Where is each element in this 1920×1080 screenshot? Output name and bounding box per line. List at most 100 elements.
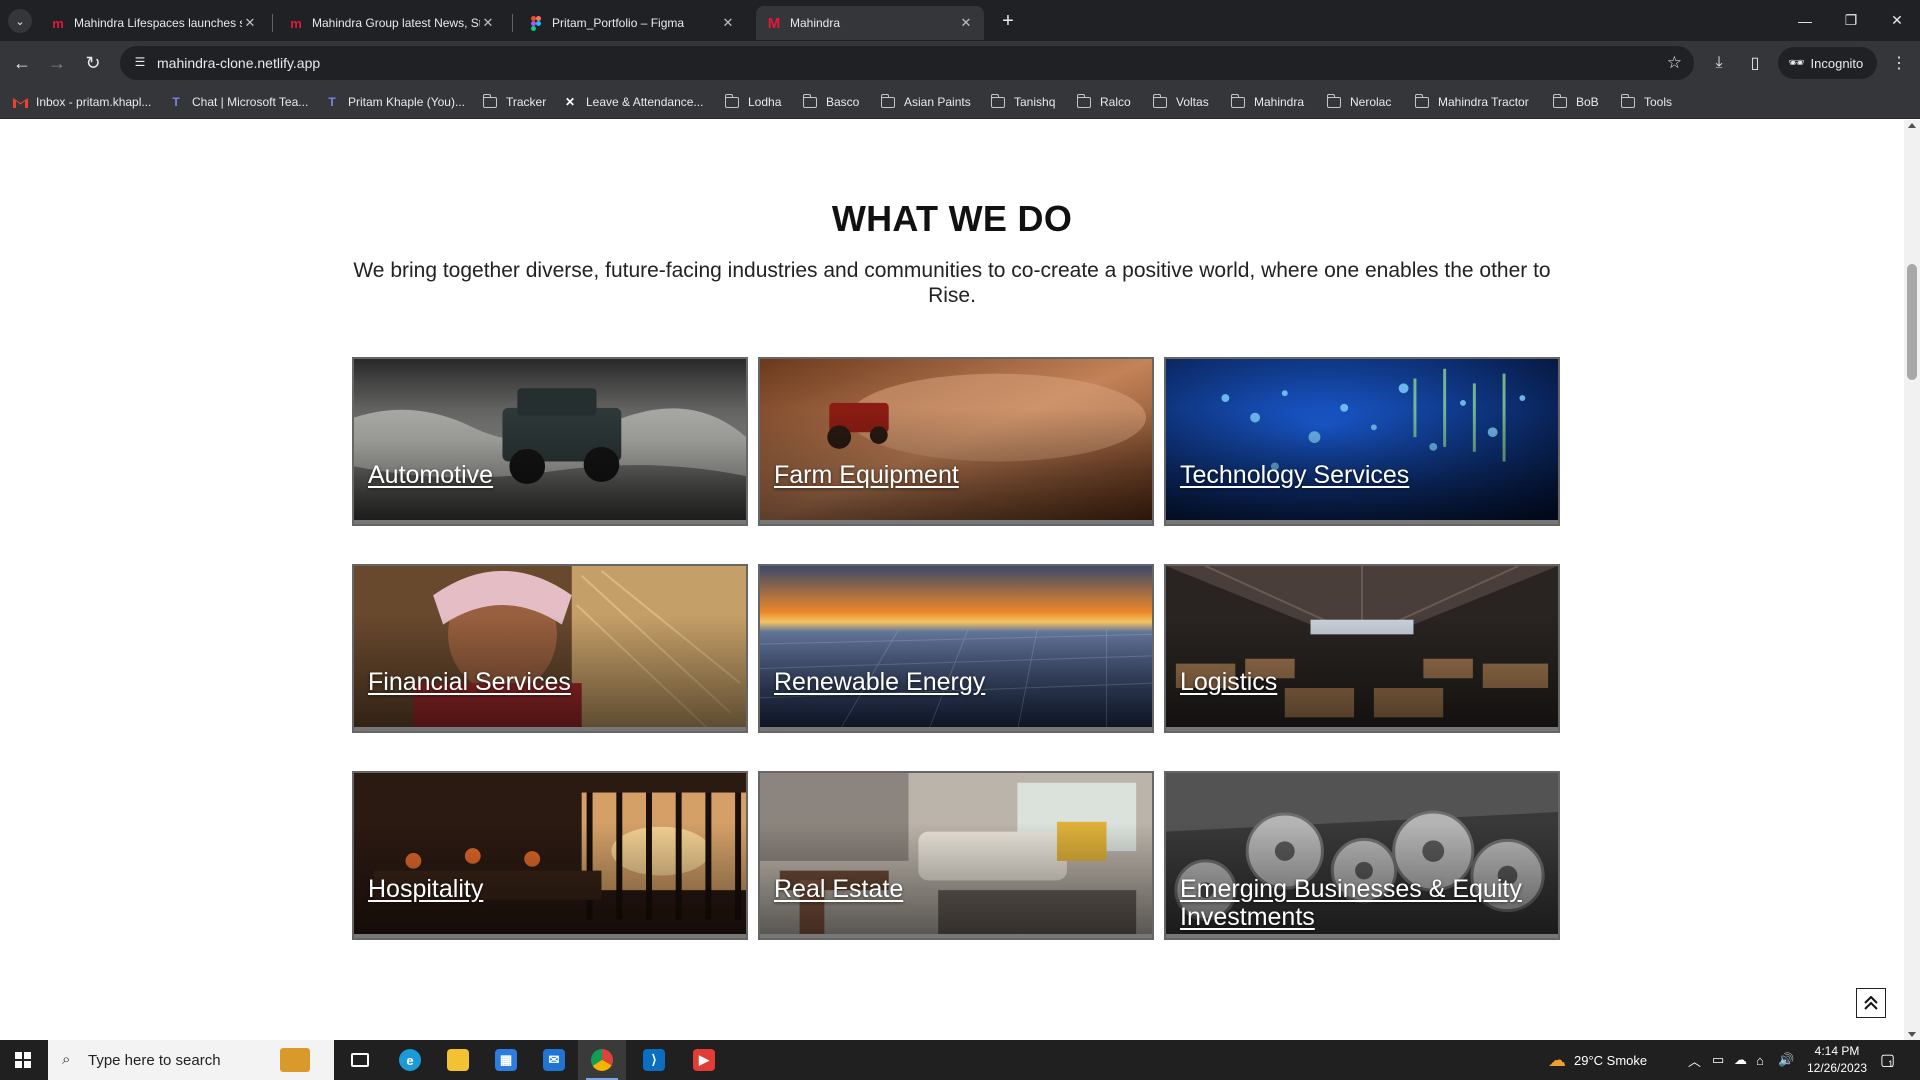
card-technology-services[interactable]: Technology Services [1164,357,1560,526]
bookmark-folder-mahindra-tractor[interactable]: Mahindra Tractor [1414,92,1529,112]
card-label[interactable]: Real Estate [774,875,903,903]
card-label[interactable]: Emerging Businesses & Equity Investments [1180,875,1550,931]
bookmark-teams-pritam[interactable]: T Pritam Khaple (You)... [324,92,465,112]
teams-icon: T [328,95,336,109]
card-label[interactable]: Automotive [368,461,493,489]
side-panel-icon[interactable]: ▯ [1742,50,1768,76]
new-tab-button[interactable]: + [996,9,1020,33]
address-bar[interactable]: ☰ mahindra-clone.netlify.app ☆ [120,46,1694,80]
bookmark-folder-basco[interactable]: Basco [802,92,859,112]
bookmark-label: Inbox - pritam.khapl... [36,95,152,109]
bookmark-folder-tools[interactable]: Tools [1620,92,1672,112]
card-shade [354,773,746,938]
show-hidden-icons[interactable]: ︿ [1688,1040,1701,1080]
taskbar-store[interactable]: ▦ [482,1040,530,1080]
site-info-icon[interactable]: ☰ [132,55,148,71]
close-window-button[interactable]: ✕ [1874,0,1920,41]
folder-icon [1552,93,1568,109]
browser-menu-icon[interactable]: ⋮ [1886,50,1912,76]
system-clock[interactable]: 4:14 PM 12/26/2023 [1800,1043,1874,1077]
close-tab-icon[interactable]: ✕ [720,15,736,31]
bookmark-folder-bob[interactable]: BoB [1552,92,1599,112]
tab-mahindra-active[interactable]: M Mahindra ✕ [756,6,984,40]
task-view-button[interactable] [336,1040,384,1080]
card-bottom-border [760,727,1152,731]
card-logistics[interactable]: Logistics [1164,564,1560,733]
url-text[interactable]: mahindra-clone.netlify.app [157,55,320,71]
tab-figma-portfolio[interactable]: Pritam_Portfolio – Figma ✕ [518,6,746,40]
card-label[interactable]: Logistics [1180,668,1277,696]
bookmark-teams-chat[interactable]: T Chat | Microsoft Tea... [168,92,308,112]
tab-mahindra-lifespaces[interactable]: m Mahindra Lifespaces launches s ✕ [40,6,268,40]
bookmark-folder-tanishq[interactable]: Tanishq [990,92,1055,112]
bookmark-folder-asian-paints[interactable]: Asian Paints [880,92,971,112]
bookmark-star-icon[interactable]: ☆ [1667,53,1682,73]
taskbar-edge[interactable]: e [386,1040,434,1080]
bookmark-folder-ralco[interactable]: Ralco [1076,92,1131,112]
tab-separator [272,14,273,32]
volume-icon[interactable]: 🔊 [1778,1040,1794,1080]
bookmark-label: Nerolac [1350,95,1392,109]
bookmark-folder-lodha[interactable]: Lodha [724,92,781,112]
card-emerging-businesses[interactable]: Emerging Businesses & Equity Investments [1164,771,1560,940]
close-tab-icon[interactable]: ✕ [480,15,496,31]
chevron-up-icon: ︿ [1688,1053,1702,1069]
minimize-button[interactable]: — [1782,0,1828,41]
bookmark-folder-tracker[interactable]: Tracker [482,92,546,112]
card-hospitality[interactable]: Hospitality [352,771,748,940]
search-placeholder: Type here to search [88,1052,221,1069]
tray-device-icon[interactable]: ▭ [1712,1040,1724,1080]
card-farm-equipment[interactable]: Farm Equipment [758,357,1154,526]
bookmark-folder-mahindra[interactable]: Mahindra [1230,92,1304,112]
forward-button[interactable]: → [44,50,70,76]
tab-mahindra-news[interactable]: m Mahindra Group latest News, St ✕ [278,6,506,40]
scroll-down-arrow-icon[interactable] [1908,1032,1916,1037]
card-label[interactable]: Financial Services [368,668,571,696]
card-label[interactable]: Hospitality [368,875,483,903]
card-label[interactable]: Renewable Energy [774,668,985,696]
bookmark-folder-nerolac[interactable]: Nerolac [1326,92,1391,112]
start-button[interactable] [0,1040,46,1080]
network-icon[interactable]: ⌂ [1756,1040,1764,1080]
page-scrollbar[interactable] [1904,120,1920,1040]
close-tab-icon[interactable]: ✕ [958,15,974,31]
card-automotive[interactable]: Automotive [352,357,748,526]
card-real-estate[interactable]: Real Estate [758,771,1154,940]
bookmark-leave-attendance[interactable]: ✕ Leave & Attendance... [562,92,703,112]
card-financial-services[interactable]: Financial Services [352,564,748,733]
incognito-indicator[interactable]: 🕶 Incognito [1778,47,1878,79]
back-button[interactable]: ← [9,50,35,76]
card-label[interactable]: Farm Equipment [774,461,959,489]
bookmark-folder-voltas[interactable]: Voltas [1152,92,1209,112]
reload-button[interactable]: ↻ [80,50,106,76]
bookmark-label: Tools [1644,95,1673,109]
taskbar-vscode[interactable]: ⟩ [630,1040,678,1080]
folder-icon [802,93,818,109]
bookmark-gmail-inbox[interactable]: Inbox - pritam.khapl... [12,92,151,112]
bookmark-label: Mahindra Tractor [1438,95,1529,109]
taskbar-search-box[interactable]: ⌕ Type here to search [48,1040,334,1080]
folder-icon [482,93,498,109]
back-to-top-button[interactable] [1856,988,1886,1018]
card-label[interactable]: Technology Services [1180,461,1409,489]
bookmark-label: Lodha [748,95,782,109]
bookmark-label: Mahindra [1254,95,1305,109]
close-tab-icon[interactable]: ✕ [242,15,258,31]
edge-icon: e [399,1049,421,1071]
tab-search-button[interactable]: ⌄ [8,9,32,33]
weather-widget[interactable]: ☁ 29°C Smoke [1548,1040,1647,1080]
scrollbar-thumb[interactable] [1907,264,1917,380]
restore-button[interactable]: ❐ [1828,0,1874,41]
card-renewable-energy[interactable]: Renewable Energy [758,564,1154,733]
taskbar-mail[interactable]: ✉ [530,1040,578,1080]
download-icon[interactable]: ⤓ [1706,50,1732,76]
taskbar-file-explorer[interactable] [434,1040,482,1080]
tab-title: Mahindra [790,16,841,30]
tray-cloud-icon[interactable]: ☁ [1734,1040,1747,1080]
scroll-up-arrow-icon[interactable] [1908,123,1916,128]
notification-center-button[interactable]: ▢ 1 [1880,1040,1895,1080]
tab-title: Mahindra Lifespaces launches s [74,16,242,30]
taskbar-chrome[interactable] [578,1040,626,1080]
taskbar-app[interactable]: ▶ [680,1040,728,1080]
bookmark-label: Asian Paints [904,95,971,109]
